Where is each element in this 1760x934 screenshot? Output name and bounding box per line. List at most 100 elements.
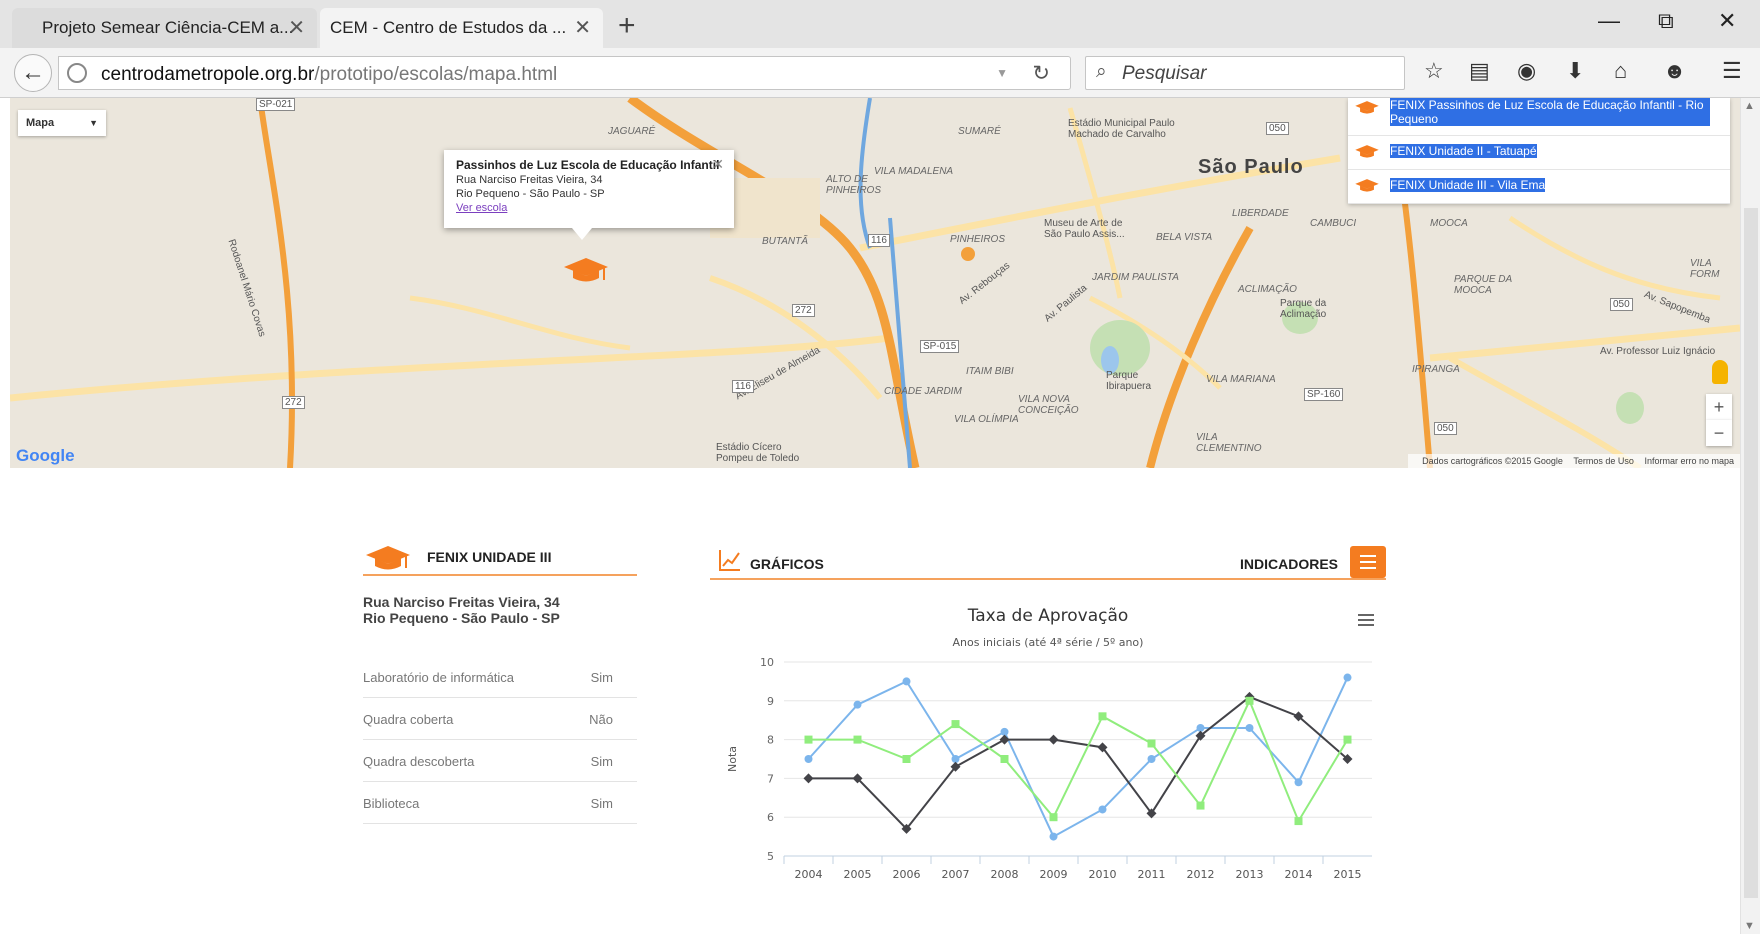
map-data-credit: Dados cartográficos ©2015 Google [1422, 456, 1563, 466]
map-label: MOOCA [1430, 218, 1468, 229]
street-view-pegman-icon[interactable] [1712, 360, 1728, 384]
close-icon[interactable]: ✕ [574, 8, 591, 48]
feature-label: Laboratório de informática [363, 670, 515, 685]
map-label: JAGUARÉ [608, 126, 656, 137]
x-tick-label: 2010 [1089, 868, 1117, 881]
map-label: Museu de Arte de São Paulo Assis... [1044, 218, 1125, 240]
school-marker-icon[interactable] [563, 256, 609, 286]
reading-list-icon[interactable]: ▤ [1469, 58, 1490, 84]
road-shield: 116 [732, 380, 754, 393]
data-point [1245, 696, 1254, 705]
y-tick-label: 7 [767, 772, 774, 785]
school-list-item[interactable]: FENIX Unidade II - Tatuapé [1348, 136, 1730, 170]
data-point [804, 735, 813, 744]
search-input[interactable] [1122, 61, 1392, 87]
url-text[interactable]: centrodametropole.org.br/prototipo/escol… [101, 64, 557, 86]
data-point [1294, 817, 1303, 826]
indicators-label[interactable]: INDICADORES [1240, 556, 1338, 572]
menu-icon[interactable]: ☰ [1722, 58, 1742, 84]
y-tick-label: 9 [767, 695, 774, 708]
x-tick-label: 2006 [893, 868, 921, 881]
x-tick-label: 2009 [1040, 868, 1068, 881]
chart-title: Taxa de Aprovação [967, 606, 1129, 626]
report-error-link[interactable]: Informar erro no mapa [1644, 456, 1734, 466]
data-point [803, 773, 814, 784]
map-type-selector[interactable]: Mapa ▼ [18, 110, 106, 136]
data-point [1343, 735, 1352, 744]
chart-context-menu-icon[interactable] [1358, 614, 1376, 628]
road-shield: SP-015 [920, 340, 960, 353]
y-axis-label: Nota [726, 746, 739, 772]
close-icon[interactable]: ✕ [712, 156, 724, 173]
map-label: Estádio Cícero Pompeu de Toledo [716, 442, 800, 464]
reload-icon[interactable]: ↻ [1032, 61, 1050, 86]
school-header: FENIX UNIDADE III [363, 540, 637, 576]
map-label: LIBERDADE [1232, 208, 1289, 219]
data-point [1098, 712, 1107, 721]
x-tick-label: 2014 [1285, 868, 1313, 881]
chevron-down-icon: ▼ [89, 118, 98, 128]
map-label: VILA OLÍMPIA [954, 414, 1019, 425]
close-icon[interactable]: ✕ [288, 8, 305, 48]
x-tick-label: 2015 [1334, 868, 1362, 881]
feature-row: Quadra descoberta Sim [363, 740, 637, 782]
chat-icon[interactable]: ☻ [1663, 58, 1686, 84]
map-label: VILA MARIANA [1206, 374, 1276, 385]
pocket-icon[interactable]: ◉ [1517, 58, 1536, 84]
home-icon[interactable]: ⌂ [1614, 58, 1627, 84]
minimize-button[interactable]: — [1598, 8, 1620, 34]
x-tick-label: 2008 [991, 868, 1019, 881]
series-line [808, 698, 1349, 824]
data-point [1049, 813, 1058, 822]
data-point [951, 720, 960, 729]
school-info-panel: FENIX UNIDADE III Rua Narciso Freitas Vi… [363, 540, 637, 824]
data-point [1196, 801, 1205, 810]
data-point [804, 755, 813, 763]
bookmark-star-icon[interactable]: ☆ [1424, 58, 1444, 84]
map-label: ITAIM BIBI [966, 366, 1014, 377]
info-window-address: Rua Narciso Freitas Vieira, 34 [456, 174, 603, 186]
page-scrollbar[interactable]: ▲ ▼ [1740, 98, 1760, 934]
restore-button[interactable]: ⧉ [1658, 8, 1674, 34]
new-tab-button[interactable]: + [618, 8, 636, 44]
school-list-item[interactable]: FENIX Unidade III - Vila Ema [1348, 170, 1730, 204]
tab-bar: Projeto Semear Ciência-CEM a... ✕ CEM - … [0, 0, 1760, 48]
map-label: PINHEIROS [950, 234, 1006, 245]
feature-row: Quadra coberta Não [363, 698, 637, 740]
feature-label: Biblioteca [363, 796, 420, 811]
back-arrow-icon[interactable]: ← [14, 54, 52, 92]
graduation-cap-icon [1355, 145, 1379, 158]
scrollbar-thumb[interactable] [1744, 208, 1758, 898]
map-label: ALTO DE PINHEIROS [826, 174, 882, 196]
info-window-title: Passinhos de Luz Escola de Educação Infa… [456, 158, 720, 172]
search-bar[interactable]: ⌕ [1085, 56, 1405, 90]
y-tick-label: 5 [767, 850, 774, 863]
scroll-down-arrow-icon[interactable]: ▼ [1744, 920, 1755, 932]
school-list-item-label: FENIX Unidade II - Tatuapé [1390, 144, 1537, 158]
indicators-list-button[interactable] [1350, 546, 1386, 578]
window-close-button[interactable]: ✕ [1718, 8, 1736, 34]
school-address: Rua Narciso Freitas Vieira, 34 Rio Peque… [363, 594, 637, 626]
feature-label: Quadra coberta [363, 712, 454, 727]
info-window-city: Rio Pequeno - São Paulo - SP [456, 188, 605, 200]
map-label: Parque Ibirapuera [1106, 370, 1152, 392]
url-bar[interactable]: centrodametropole.org.br/prototipo/escol… [58, 56, 1071, 90]
x-tick-label: 2007 [942, 868, 970, 881]
tab-cem[interactable]: CEM - Centro de Estudos da ... ✕ [320, 8, 603, 48]
map-label: CAMBUCI [1310, 218, 1357, 229]
map-label: BELA VISTA [1156, 232, 1213, 243]
approval-rate-chart: 5 6 7 8 9 10 2004 2005 2006 2007 2008 2009 2010 2011 2… [710, 600, 1386, 934]
map-canvas[interactable]: Mapa ▼ São Paulo Estádio Municipal Paulo … [10, 98, 1740, 468]
data-point [1147, 739, 1156, 748]
x-tick-label: 2013 [1236, 868, 1264, 881]
terms-link[interactable]: Termos de Uso [1573, 456, 1634, 466]
zoom-in-button[interactable]: + [1706, 394, 1732, 420]
download-icon[interactable]: ⬇ [1566, 58, 1584, 84]
tab-projeto-semear[interactable]: Projeto Semear Ciência-CEM a... ✕ [12, 8, 317, 48]
dropdown-arrow-icon[interactable]: ▼ [996, 66, 1008, 80]
ver-escola-link[interactable]: Ver escola [456, 202, 722, 214]
school-list-item[interactable]: FENIX Passinhos de Luz Escola de Educaçã… [1348, 98, 1730, 136]
scroll-up-arrow-icon[interactable]: ▲ [1744, 100, 1755, 112]
charts-title: GRÁFICOS [750, 556, 824, 572]
zoom-out-button[interactable]: − [1706, 420, 1732, 446]
